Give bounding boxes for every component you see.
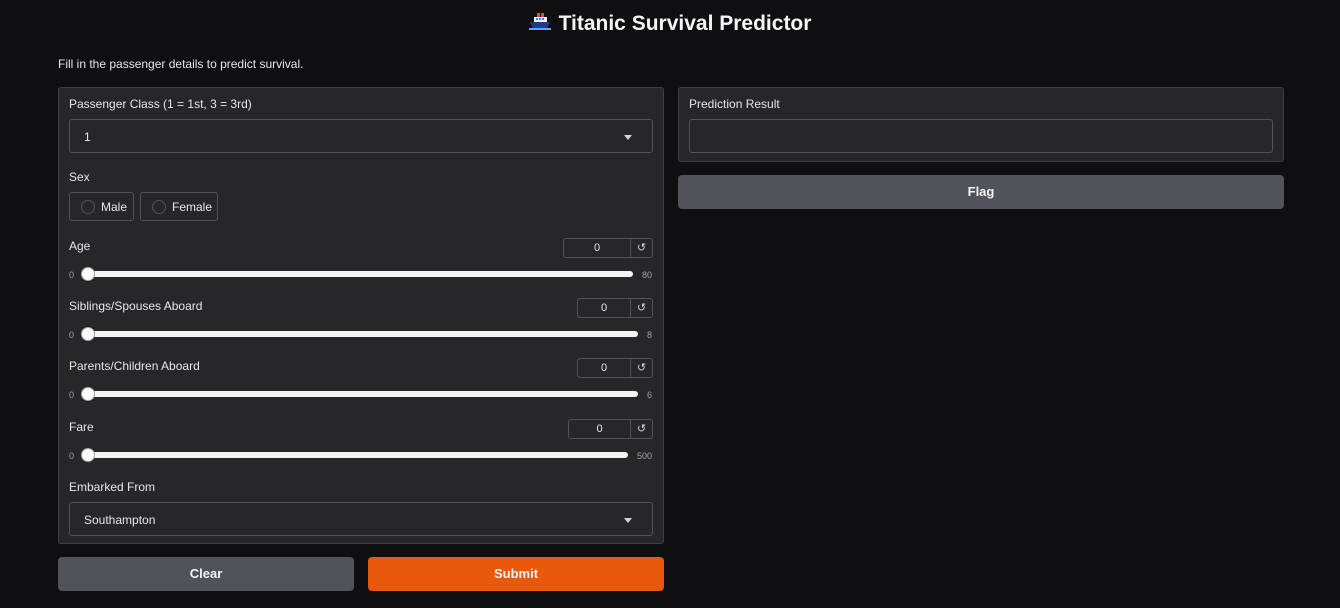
radio-circle <box>81 200 95 214</box>
fare-number-input[interactable]: 0 ↺ <box>568 419 653 439</box>
sex-option-female: Female <box>172 200 213 214</box>
sex-label: Sex <box>69 170 90 184</box>
reset-icon[interactable]: ↺ <box>630 299 652 317</box>
pclass-label: Passenger Class (1 = 1st, 3 = 3rd) <box>69 97 252 111</box>
age-label: Age <box>69 239 91 253</box>
page-description: Fill in the passenger details to predict… <box>58 57 304 71</box>
parch-value: 0 <box>600 362 608 374</box>
chevron-down-icon <box>624 135 632 140</box>
reset-icon[interactable]: ↺ <box>630 239 652 257</box>
sibsp-value: 0 <box>600 302 608 314</box>
age-max: 80 <box>642 270 653 280</box>
parch-slider-thumb[interactable] <box>81 387 95 401</box>
clear-button[interactable]: Clear <box>58 557 354 591</box>
age-slider-track[interactable] <box>86 271 633 277</box>
embarked-label: Embarked From <box>69 480 156 494</box>
prediction-label: Prediction Result <box>689 97 780 111</box>
sibsp-number-input[interactable]: 0 ↺ <box>577 298 653 318</box>
page-title: Titanic Survival Predictor <box>0 12 1340 36</box>
age-value: 0 <box>593 242 601 254</box>
parch-min: 0 <box>69 390 75 400</box>
age-min: 0 <box>69 270 75 280</box>
sibsp-min: 0 <box>69 330 75 340</box>
age-slider-thumb[interactable] <box>81 267 95 281</box>
prediction-output <box>689 119 1273 153</box>
fare-slider-track[interactable] <box>86 452 628 458</box>
reset-icon[interactable]: ↺ <box>630 420 652 438</box>
parch-max: 6 <box>647 390 653 400</box>
fare-value: 0 <box>596 423 603 435</box>
sibsp-max: 8 <box>647 330 653 340</box>
sex-radio-male[interactable]: Male <box>69 192 134 221</box>
ship-icon <box>528 12 551 36</box>
input-panel <box>58 87 664 544</box>
radio-circle <box>152 200 166 214</box>
submit-button[interactable]: Submit <box>368 557 664 591</box>
sex-radio-female[interactable]: Female <box>140 192 218 221</box>
parch-number-input[interactable]: 0 ↺ <box>577 358 653 378</box>
chevron-down-icon <box>624 518 632 523</box>
sibsp-slider-track[interactable] <box>86 331 638 337</box>
sibsp-label: Siblings/Spouses Aboard <box>69 299 203 313</box>
fare-slider-thumb[interactable] <box>81 448 95 462</box>
title-text: Titanic Survival Predictor <box>558 12 812 35</box>
sibsp-slider-thumb[interactable] <box>81 327 95 341</box>
parch-slider-track[interactable] <box>86 391 638 397</box>
fare-max: 500 <box>637 451 653 461</box>
fare-label: Fare <box>69 420 94 434</box>
embarked-value: Southampton <box>84 513 156 527</box>
fare-min: 0 <box>69 451 75 461</box>
pclass-dropdown[interactable]: 1 <box>69 119 653 153</box>
age-number-input[interactable]: 0 ↺ <box>563 238 653 258</box>
reset-icon[interactable]: ↺ <box>630 359 652 377</box>
embarked-dropdown[interactable]: Southampton <box>69 502 653 536</box>
sex-option-male: Male <box>101 200 128 214</box>
flag-button[interactable]: Flag <box>678 175 1284 209</box>
pclass-value: 1 <box>84 130 91 144</box>
parch-label: Parents/Children Aboard <box>69 359 200 373</box>
